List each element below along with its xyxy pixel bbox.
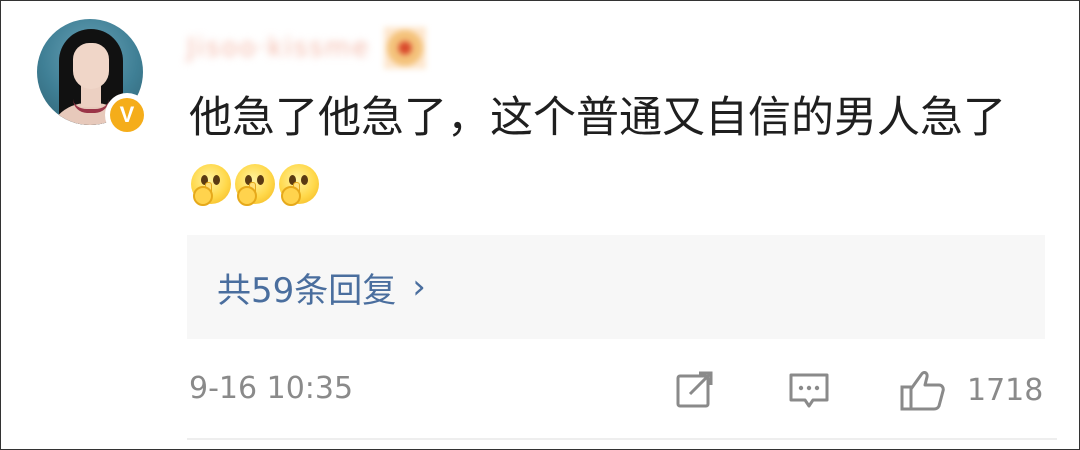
comment-text: 他急了他急了，这个普通又自信的男人急了 xyxy=(189,93,1006,143)
like-button[interactable]: 1718 xyxy=(899,367,1043,413)
share-button[interactable] xyxy=(673,367,717,413)
chevron-right-icon: › xyxy=(412,267,426,307)
shush-emoji-icon xyxy=(279,164,319,206)
verified-icon: V xyxy=(110,98,144,132)
comment-text-block: 他急了他急了，这个普通又自信的男人急了 xyxy=(189,85,1019,217)
view-replies-button[interactable]: 共59条回复 › xyxy=(187,235,1045,339)
comment-timestamp: 9-16 10:35 xyxy=(189,371,354,406)
share-icon xyxy=(673,368,717,412)
shush-emoji-icon xyxy=(191,164,231,206)
like-count: 1718 xyxy=(967,372,1044,408)
emoji-group xyxy=(191,164,319,206)
username-text: Jisoo·kissme xyxy=(187,33,371,63)
username[interactable]: Jisoo·kissme xyxy=(187,27,427,69)
replies-count-label: 共59条回复 xyxy=(217,270,397,311)
divider xyxy=(187,438,1057,440)
comment-icon xyxy=(787,368,831,412)
comment-button[interactable] xyxy=(787,367,831,413)
thumbs-up-icon xyxy=(899,367,947,413)
verified-badge: V xyxy=(105,93,149,137)
user-level-icon xyxy=(384,27,427,69)
avatar-face xyxy=(73,43,109,89)
shush-emoji-icon xyxy=(235,164,275,206)
comment-card: V Jisoo·kissme 他急了他急了，这个普通又自信的男人急了 共59条回… xyxy=(0,0,1080,450)
